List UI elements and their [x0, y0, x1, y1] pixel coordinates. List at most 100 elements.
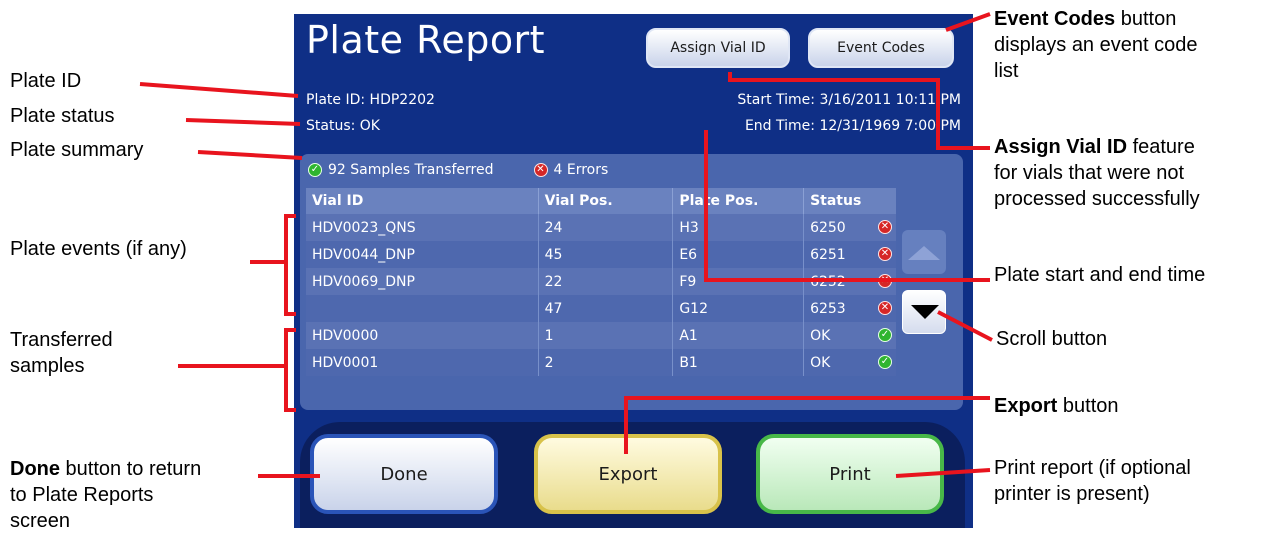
table-row[interactable]: 47 G12 6253 ✕ [306, 295, 896, 322]
callout-event-codes: Event Codes button displays an event cod… [994, 6, 1197, 84]
line-plate-status [185, 118, 301, 126]
plate-id: Plate ID: HDP2202 [306, 92, 435, 108]
plate-events-panel: ✓ 92 Samples Transferred ✕ 4 Errors Vial… [300, 154, 963, 410]
cell-status: 6253 ✕ [803, 295, 896, 322]
summary-transferred: ✓ 92 Samples Transferred [308, 162, 494, 178]
callout-print-line1: Print report (if optional [994, 457, 1191, 479]
error-icon: ✕ [878, 301, 892, 315]
done-button[interactable]: Done [310, 434, 498, 514]
callout-assign-line2: for vials that were not [994, 162, 1185, 184]
end-time: End Time: 12/31/1969 7:00 PM [744, 118, 961, 134]
cell-vial-pos: 47 [538, 295, 674, 322]
callout-transferred-line1: Transferred [10, 329, 113, 351]
cell-plate-pos: A1 [672, 322, 805, 349]
callout-done-line2: to Plate Reports [10, 484, 154, 506]
cell-vial-id [306, 295, 539, 322]
cell-vial-pos: 24 [538, 214, 674, 241]
cell-plate-pos: H3 [672, 214, 805, 241]
table-row[interactable]: HDV0023_QNS 24 H3 6250 ✕ [306, 214, 896, 241]
cell-vial-id: HDV0044_DNP [306, 241, 539, 268]
triangle-up-icon [908, 246, 940, 260]
error-icon: ✕ [878, 220, 892, 234]
ok-icon: ✓ [878, 355, 892, 369]
line-plate-summary [197, 150, 303, 160]
cell-vial-pos: 1 [538, 322, 674, 349]
callout-assign-bold: Assign Vial ID [994, 136, 1128, 158]
plate-summary: ✓ 92 Samples Transferred ✕ 4 Errors [308, 162, 648, 178]
print-button[interactable]: Print [756, 434, 944, 514]
cell-plate-pos: E6 [672, 241, 805, 268]
callout-done: Done button to return to Plate Reports s… [10, 456, 201, 534]
table-row[interactable]: HDV0069_DNP 22 F9 6252 ✕ [306, 268, 896, 295]
scroll-up-button[interactable] [902, 230, 946, 274]
line-plate-id [139, 82, 299, 98]
col-vial-pos: Vial Pos. [538, 188, 674, 214]
table-row[interactable]: HDV0001 2 B1 OK ✓ [306, 349, 896, 376]
callout-done-rest: button to return [60, 458, 202, 480]
error-icon: ✕ [878, 274, 892, 288]
callout-print-line2: printer is present) [994, 483, 1150, 505]
callout-plate-summary: Plate summary [10, 139, 144, 161]
callout-export-rest: button [1057, 395, 1119, 417]
ok-icon: ✓ [878, 328, 892, 342]
cell-vial-pos: 2 [538, 349, 674, 376]
error-icon: ✕ [878, 247, 892, 261]
status-text: 6251 [810, 246, 846, 263]
cell-vial-id: HDV0001 [306, 349, 539, 376]
callout-scroll: Scroll button [996, 328, 1108, 350]
callout-assign-vial: Assign Vial ID feature for vials that we… [994, 134, 1200, 212]
cell-plate-pos: G12 [672, 295, 805, 322]
plate-status: Status: OK [306, 118, 380, 134]
status-text: 6250 [810, 219, 846, 236]
callout-export-bold: Export [994, 395, 1058, 417]
error-icon: ✕ [533, 163, 548, 177]
scroll-down-button[interactable] [902, 290, 946, 334]
bottom-button-bar: Done Export Print [300, 422, 965, 528]
ok-icon: ✓ [308, 163, 322, 177]
cell-vial-id: HDV0023_QNS [306, 214, 539, 241]
cell-status: 6252 ✕ [803, 268, 896, 295]
export-button[interactable]: Export [534, 434, 722, 514]
cell-vial-pos: 45 [538, 241, 674, 268]
status-text: 6252 [810, 273, 846, 290]
cell-plate-pos: F9 [672, 268, 805, 295]
callout-done-line3: screen [10, 510, 71, 532]
status-text: OK [810, 327, 831, 344]
cell-vial-id: HDV0000 [306, 322, 539, 349]
callout-export: Export button [994, 393, 1119, 419]
callout-start-end: Plate start and end time [994, 264, 1206, 286]
callout-plate-status: Plate status [10, 105, 115, 127]
cell-status: 6251 ✕ [803, 241, 896, 268]
start-time: Start Time: 3/16/2011 10:11 PM [737, 92, 961, 108]
table-row[interactable]: HDV0044_DNP 45 E6 6251 ✕ [306, 241, 896, 268]
callout-plate-id: Plate ID [10, 70, 82, 92]
triangle-down-icon [911, 305, 939, 319]
event-codes-button[interactable]: Event Codes [808, 28, 954, 68]
table-row[interactable]: HDV0000 1 A1 OK ✓ [306, 322, 896, 349]
callout-event-codes-bold: Event Codes [994, 8, 1116, 30]
callout-event-codes-rest: button [1115, 8, 1177, 30]
col-status: Status [803, 188, 896, 214]
callout-assign-line3: processed successfully [994, 188, 1200, 210]
cell-plate-pos: B1 [672, 349, 805, 376]
callout-assign-rest: feature [1127, 136, 1195, 158]
callout-transferred: Transferred samples [10, 327, 113, 379]
col-plate-pos: Plate Pos. [672, 188, 805, 214]
col-vial-id: Vial ID [306, 188, 539, 214]
callout-plate-events: Plate events (if any) [10, 238, 187, 260]
cell-status: OK ✓ [803, 349, 896, 376]
summary-errors-text: 4 Errors [553, 162, 609, 178]
callout-print: Print report (if optional printer is pre… [994, 455, 1191, 507]
status-text: 6253 [810, 300, 846, 317]
plate-events-table: Vial ID Vial Pos. Plate Pos. Status HDV0… [306, 188, 896, 376]
cell-status: 6250 ✕ [803, 214, 896, 241]
callout-transferred-line2: samples [10, 355, 85, 377]
callout-event-codes-line2: displays an event code [994, 34, 1198, 56]
status-text: OK [810, 354, 831, 371]
page-title: Plate Report [306, 18, 546, 62]
summary-transferred-text: 92 Samples Transferred [328, 162, 494, 178]
assign-vial-id-button[interactable]: Assign Vial ID [646, 28, 790, 68]
cell-vial-id: HDV0069_DNP [306, 268, 539, 295]
cell-vial-pos: 22 [538, 268, 674, 295]
summary-errors: ✕ 4 Errors [533, 162, 609, 178]
